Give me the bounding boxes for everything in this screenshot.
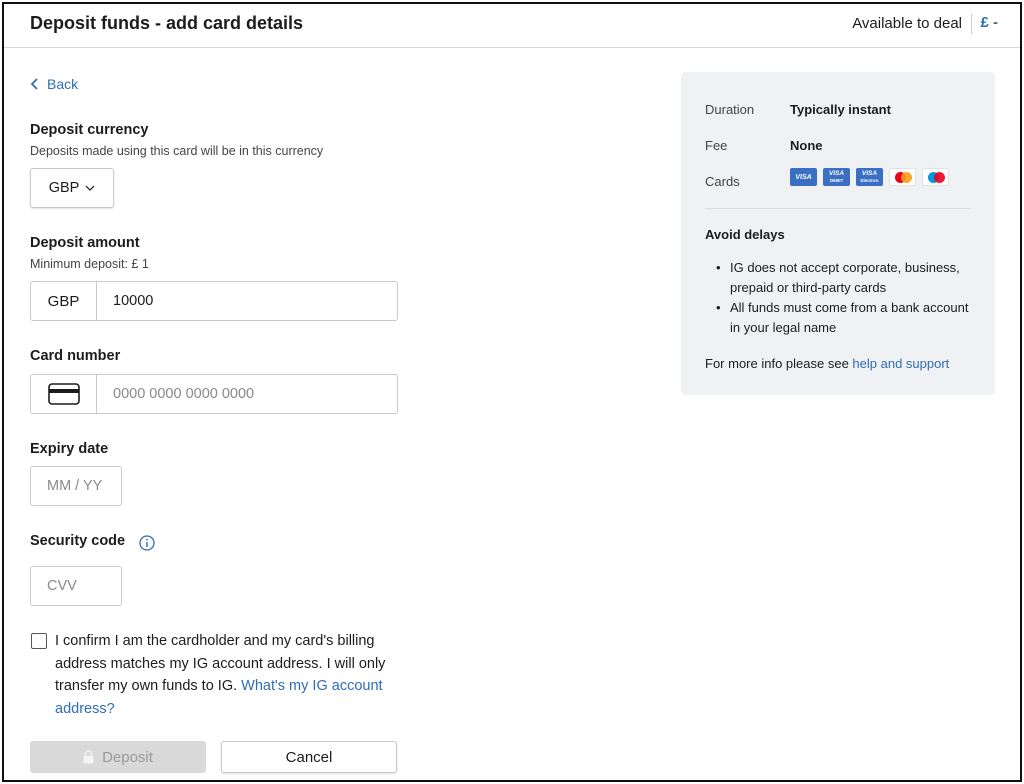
credit-card-icon bbox=[47, 383, 80, 405]
cards-label: Cards bbox=[705, 174, 740, 189]
visa-debit-logo-subtext: DEBIT bbox=[829, 178, 844, 183]
available-to-deal-label: Available to deal bbox=[852, 15, 962, 32]
chevron-left-icon bbox=[30, 78, 38, 90]
avoid-delays-list: IG does not accept corporate, business, … bbox=[716, 258, 980, 338]
card-number-input[interactable] bbox=[97, 375, 397, 413]
currency-select-value: GBP bbox=[48, 180, 80, 196]
security-code-label: Security code bbox=[30, 533, 126, 549]
visa-debit-logo-icon: VISA DEBIT bbox=[823, 168, 850, 186]
confirm-statement: I confirm I am the cardholder and my car… bbox=[55, 630, 395, 720]
visa-electron-logo-icon: VISA Electron bbox=[856, 168, 883, 186]
visa-electron-logo-subtext: Electron bbox=[860, 178, 879, 183]
currency-select[interactable]: GBP bbox=[30, 168, 114, 208]
avoid-delays-title: Avoid delays bbox=[705, 227, 785, 242]
visa-electron-logo-text: VISA bbox=[861, 170, 878, 177]
deposit-button[interactable]: Deposit bbox=[30, 741, 206, 773]
deposit-currency-hint: Deposits made using this card will be in… bbox=[30, 144, 324, 158]
deposit-amount-label: Deposit amount bbox=[30, 235, 140, 251]
deposit-dialog: Deposit funds - add card details Availab… bbox=[2, 2, 1022, 782]
expiry-date-label: Expiry date bbox=[30, 441, 109, 457]
deposit-amount-group: GBP bbox=[30, 281, 398, 321]
duration-value: Typically instant bbox=[790, 102, 891, 117]
maestro-red-circle bbox=[934, 172, 945, 183]
fee-value: None bbox=[790, 138, 823, 153]
visa-debit-logo-text: VISA bbox=[828, 170, 845, 177]
panel-divider bbox=[705, 208, 971, 209]
confirm-checkbox[interactable] bbox=[31, 633, 47, 649]
deposit-amount-hint: Minimum deposit: £ 1 bbox=[30, 257, 149, 271]
card-number-label: Card number bbox=[30, 348, 121, 364]
fee-label: Fee bbox=[705, 138, 728, 153]
security-code-input[interactable] bbox=[30, 566, 122, 606]
header-divider bbox=[971, 14, 972, 34]
card-number-group bbox=[30, 374, 398, 414]
chevron-down-icon bbox=[85, 185, 95, 191]
mastercard-orange-circle bbox=[901, 172, 912, 183]
header-bar: Deposit funds - add card details Availab… bbox=[4, 4, 1020, 48]
deposit-amount-input[interactable] bbox=[97, 282, 397, 320]
back-link[interactable]: Back bbox=[30, 76, 78, 92]
back-label: Back bbox=[47, 76, 79, 92]
page-title: Deposit funds - add card details bbox=[30, 13, 304, 33]
list-item: All funds must come from a bank account … bbox=[716, 298, 980, 338]
available-to-deal-value: £ - bbox=[980, 14, 998, 31]
expiry-date-input[interactable] bbox=[30, 466, 122, 506]
visa-logo-text: VISA bbox=[795, 173, 812, 181]
lock-icon bbox=[83, 750, 94, 764]
deposit-button-label: Deposit bbox=[102, 748, 153, 766]
mastercard-logo-icon bbox=[889, 168, 916, 186]
list-item: IG does not accept corporate, business, … bbox=[716, 258, 980, 298]
maestro-logo-icon bbox=[922, 168, 949, 186]
accepted-cards: VISA VISA DEBIT VISA Electron bbox=[790, 168, 949, 186]
info-icon[interactable] bbox=[139, 535, 155, 551]
amount-currency-prefix: GBP bbox=[31, 282, 97, 320]
visa-logo-icon: VISA bbox=[790, 168, 817, 186]
more-info-line: For more info please see help and suppor… bbox=[705, 356, 949, 371]
deposit-currency-label: Deposit currency bbox=[30, 122, 149, 138]
deposit-info-panel: Duration Typically instant Fee None Card… bbox=[681, 72, 995, 395]
card-icon-prefix bbox=[31, 375, 97, 413]
more-info-text: For more info please see bbox=[705, 356, 849, 371]
duration-label: Duration bbox=[705, 102, 755, 117]
help-and-support-link[interactable]: help and support bbox=[852, 356, 949, 371]
cancel-button[interactable]: Cancel bbox=[221, 741, 397, 773]
